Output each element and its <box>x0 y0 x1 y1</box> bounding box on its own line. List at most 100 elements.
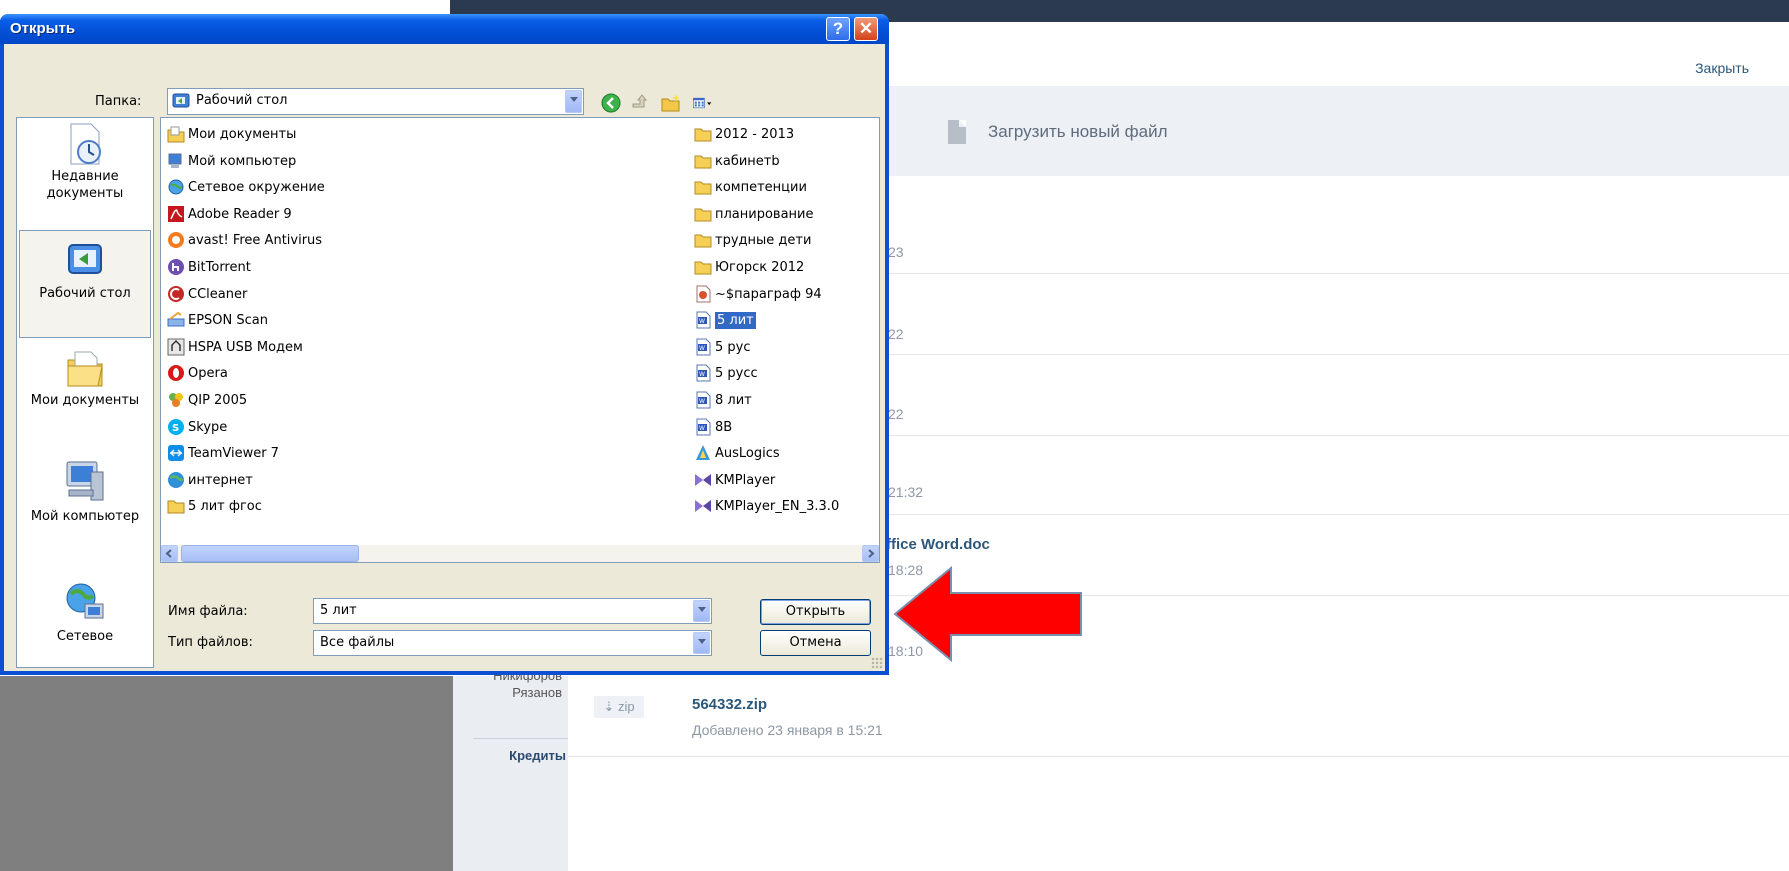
scroll-right-icon[interactable] <box>862 545 879 562</box>
powerpoint-file-icon <box>694 285 712 303</box>
folder-icon <box>694 178 712 196</box>
file-name: Мой компьютер <box>188 153 297 169</box>
folder-icon <box>694 231 712 249</box>
file-name: планирование <box>715 206 814 222</box>
place-recent-documents[interactable]: Недавние документы <box>19 122 151 226</box>
file-item[interactable]: AusLogics <box>694 441 839 468</box>
folder-select[interactable]: Рабочий стол <box>167 88 584 115</box>
teamviewer-icon <box>167 444 185 462</box>
adobe-reader-icon <box>167 205 185 223</box>
chevron-down-icon[interactable] <box>693 600 710 622</box>
filetype-select[interactable]: Все файлы <box>313 630 712 656</box>
file-item[interactable]: интернет <box>167 468 325 495</box>
file-list[interactable]: Мои документы Мой компьютер Сетевое окруже… <box>160 117 880 563</box>
place-label: Мой компьютер <box>30 509 140 524</box>
file-name: интернет <box>188 472 253 488</box>
file-item[interactable]: KMPlayer <box>694 468 839 495</box>
file-item[interactable]: компетенции <box>694 175 839 202</box>
file-item[interactable]: W 5 русс <box>694 361 839 388</box>
file-item[interactable]: Мой компьютер <box>167 149 325 176</box>
folder-icon <box>694 152 712 170</box>
help-button[interactable]: ? <box>826 17 850 41</box>
file-item[interactable]: ~$параграф 94 <box>694 282 839 309</box>
filename-value: 5 лит <box>320 603 357 618</box>
file-item[interactable]: W 5 лит <box>694 308 839 335</box>
internet-icon <box>167 471 185 489</box>
file-name: HSPA USB Модем <box>188 339 303 355</box>
file-item[interactable]: TeamViewer 7 <box>167 441 325 468</box>
back-icon[interactable] <box>600 92 622 114</box>
file-item[interactable]: W 8В <box>694 415 839 442</box>
file-name: Skype <box>188 419 228 435</box>
file-item[interactable]: Adobe Reader 9 <box>167 202 325 229</box>
horizontal-scrollbar[interactable] <box>161 545 879 562</box>
skype-icon: S <box>167 418 185 436</box>
zip-file-link[interactable]: 564332.zip <box>692 696 767 713</box>
file-item[interactable]: EPSON Scan <box>167 308 325 335</box>
file-item[interactable]: Сетевое окружение <box>167 175 325 202</box>
filename-input[interactable]: 5 лит <box>313 598 712 624</box>
close-link[interactable]: Закрыть <box>1695 60 1749 76</box>
recent-documents-icon <box>70 123 101 165</box>
file-item[interactable]: Opera <box>167 361 325 388</box>
file-item[interactable]: CCleaner <box>167 282 325 309</box>
place-label: Сетевое <box>56 629 114 644</box>
file-item[interactable]: KMPlayer_EN_3.3.0 <box>694 494 839 521</box>
word-file-icon: W <box>694 338 712 356</box>
file-name: Сетевое окружение <box>188 180 325 196</box>
upload-label: Загрузить новый файл <box>988 122 1168 141</box>
open-file-dialog: Открыть ? ✕ Папка: Рабочий стол Недавние… <box>0 14 889 675</box>
file-title-link[interactable]: ffice Word.doc <box>886 536 990 553</box>
chevron-down-icon[interactable] <box>693 632 710 654</box>
place-network[interactable]: Сетевое <box>19 580 151 667</box>
file-item[interactable]: W 8 лит <box>694 388 839 415</box>
ccleaner-icon <box>167 285 185 303</box>
kmplayer-icon <box>694 497 712 515</box>
file-item[interactable]: W 5 рус <box>694 335 839 362</box>
file-item[interactable]: 5 лит фгос <box>167 494 325 521</box>
close-button[interactable]: ✕ <box>854 17 878 41</box>
file-item[interactable]: кабинетb <box>694 149 839 176</box>
file-item[interactable]: Югорск 2012 <box>694 255 839 282</box>
up-folder-icon[interactable] <box>630 92 652 114</box>
file-item[interactable]: HSPA USB Модем <box>167 335 325 362</box>
kmplayer-icon <box>694 471 712 489</box>
file-name: KMPlayer_EN_3.3.0 <box>715 499 840 515</box>
scroll-left-icon[interactable] <box>161 545 178 562</box>
file-name: QIP 2005 <box>188 392 248 408</box>
sidebar-divider <box>473 738 568 739</box>
place-desktop[interactable]: Рабочий стол <box>19 230 151 338</box>
file-name: Adobe Reader 9 <box>188 206 292 222</box>
file-name: Мои документы <box>188 127 297 142</box>
file-item[interactable]: S Skype <box>167 415 325 442</box>
credits-link[interactable]: Кредиты <box>509 748 566 763</box>
file-item[interactable]: 2012 - 2013 <box>694 122 839 149</box>
scrollbar-thumb[interactable] <box>181 545 359 562</box>
file-name: Югорск 2012 <box>715 259 805 275</box>
folder-icon <box>694 205 712 223</box>
file-name: 2012 - 2013 <box>715 127 795 142</box>
file-name: AusLogics <box>715 446 780 462</box>
view-menu-icon[interactable] <box>692 92 714 114</box>
file-row-zip[interactable]: ⇣ zip 564332.zip Добавлено 23 января в 1… <box>568 676 1789 757</box>
file-item[interactable]: планирование <box>694 202 839 229</box>
cancel-button[interactable]: Отмена <box>760 630 871 656</box>
file-item[interactable]: Мои документы <box>167 122 325 149</box>
row-time: 21:32 <box>888 484 924 500</box>
dialog-titlebar[interactable]: Открыть ? ✕ <box>0 14 889 44</box>
chevron-down-icon[interactable] <box>565 90 582 113</box>
word-file-icon: W <box>694 391 712 409</box>
place-my-documents[interactable]: Мои документы <box>19 346 151 446</box>
place-my-computer[interactable]: Мой компьютер <box>19 458 151 568</box>
file-item[interactable]: BitTorrent <box>167 255 325 282</box>
resize-grip[interactable] <box>871 657 883 669</box>
dialog-body: Папка: Рабочий стол Недавние документы Р… <box>4 44 885 671</box>
open-button[interactable]: Открыть <box>760 599 871 625</box>
file-item[interactable]: avast! Free Antivirus <box>167 228 325 255</box>
file-item[interactable]: трудные дети <box>694 228 839 255</box>
file-name: EPSON Scan <box>188 313 268 329</box>
file-name: 8В <box>715 419 733 435</box>
new-folder-icon[interactable] <box>660 92 682 114</box>
file-item[interactable]: QIP 2005 <box>167 388 325 415</box>
upload-new-file-button[interactable]: Загрузить новый файл <box>880 86 1789 176</box>
